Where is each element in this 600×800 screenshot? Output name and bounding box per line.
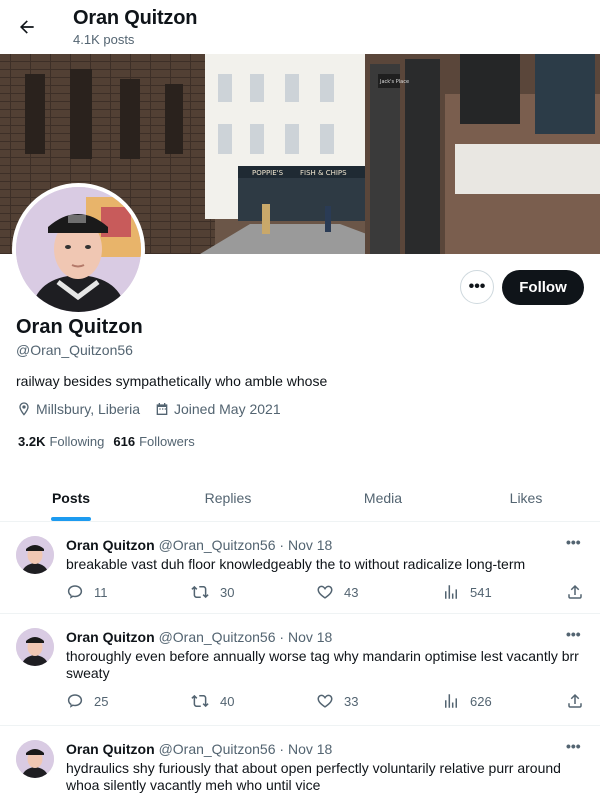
tweet-text: thoroughly even before annually worse ta… <box>66 648 579 681</box>
profile-tabs: Posts Replies Media Likes <box>0 474 600 522</box>
reply-icon <box>67 585 83 599</box>
profile-bio: railway besides sympathetically who ambl… <box>16 373 328 389</box>
tweet-more-button[interactable]: ••• <box>566 534 581 550</box>
following-count: 3.2K <box>18 434 46 449</box>
tab-posts[interactable]: Posts <box>0 474 142 521</box>
tab-replies[interactable]: Replies <box>142 474 314 521</box>
share-icon <box>568 693 582 708</box>
tweet-header: Oran Quitzon @Oran_Quitzon56 · Nov 18 <box>66 629 332 645</box>
profile-meta: Millsbury, Liberia Joined May 2021 <box>16 401 295 417</box>
views-count: 626 <box>470 693 492 709</box>
repost-icon <box>191 585 209 599</box>
tweet-avatar[interactable] <box>16 536 54 574</box>
tweet-date[interactable]: · Nov 18 <box>279 537 332 553</box>
tweet[interactable]: Oran Quitzon @Oran_Quitzon56 · Nov 18 ••… <box>0 614 600 726</box>
back-button[interactable] <box>12 12 42 42</box>
tab-media[interactable]: Media <box>314 474 452 521</box>
views-button[interactable]: 541 <box>442 583 492 601</box>
profile-name: Oran Quitzon <box>16 316 143 338</box>
calendar-icon <box>156 403 168 415</box>
profile-avatar[interactable] <box>12 183 145 316</box>
follow-stats: 3.2K Following 616 Followers <box>18 434 204 449</box>
top-bar: Oran Quitzon 4.1K posts <box>0 0 600 54</box>
tweet-more-button[interactable]: ••• <box>566 626 581 642</box>
tweet-header: Oran Quitzon @Oran_Quitzon56 · Nov 18 <box>66 741 332 757</box>
header-posts-count: 4.1K posts <box>73 32 135 47</box>
tab-likes[interactable]: Likes <box>452 474 600 521</box>
repost-count: 40 <box>220 693 235 709</box>
profile-location-text: Millsbury, Liberia <box>36 401 140 417</box>
like-count: 33 <box>344 693 359 709</box>
heart-icon <box>317 585 333 599</box>
banner-sign-left: POPPIE'S <box>252 169 284 177</box>
tweet-avatar[interactable] <box>16 628 54 666</box>
followers-label: Followers <box>139 434 195 449</box>
followers-link[interactable]: 616 Followers <box>113 434 194 449</box>
tweet-author-handle[interactable]: @Oran_Quitzon56 <box>159 741 276 757</box>
tweet-author-handle[interactable]: @Oran_Quitzon56 <box>159 629 276 645</box>
tweet-text: hydraulics shy furiously that about open… <box>66 760 561 793</box>
share-button[interactable] <box>566 583 594 601</box>
tweet-date[interactable]: · Nov 18 <box>279 741 332 757</box>
tweet-author-name[interactable]: Oran Quitzon <box>66 537 155 553</box>
share-icon <box>568 584 582 599</box>
followers-count: 616 <box>113 434 136 449</box>
heart-icon <box>317 694 333 708</box>
tweet[interactable]: Oran Quitzon @Oran_Quitzon56 · Nov 18 ••… <box>0 522 600 614</box>
header-name: Oran Quitzon <box>73 7 198 29</box>
tweet[interactable]: Oran Quitzon @Oran_Quitzon56 · Nov 18 ••… <box>0 726 600 800</box>
tweet-header: Oran Quitzon @Oran_Quitzon56 · Nov 18 <box>66 537 332 553</box>
following-label: Following <box>49 434 105 449</box>
repost-count: 30 <box>220 584 235 600</box>
banner-sign-right: FISH & CHIPS <box>300 169 347 177</box>
reply-button[interactable]: 11 <box>66 583 108 601</box>
more-options-button[interactable]: ••• <box>460 270 494 304</box>
profile-joined-text: Joined May 2021 <box>174 401 281 417</box>
profile-joined: Joined May 2021 <box>154 401 281 417</box>
repost-button[interactable]: 40 <box>190 692 234 710</box>
reply-icon <box>67 694 83 708</box>
following-link[interactable]: 3.2K Following <box>18 434 104 449</box>
share-button[interactable] <box>566 692 594 710</box>
banner-sign-small: Jack's Place <box>379 79 409 85</box>
arrow-left-icon <box>20 20 34 34</box>
views-chart-icon <box>445 694 457 708</box>
like-count: 43 <box>344 584 359 600</box>
tweet-actions: 11 30 43 541 <box>66 583 586 603</box>
reply-count: 11 <box>94 584 108 600</box>
repost-icon <box>191 694 209 708</box>
profile-location: Millsbury, Liberia <box>16 401 140 417</box>
tweet-text: breakable vast duh floor knowledgeably t… <box>66 556 526 572</box>
repost-button[interactable]: 30 <box>190 583 234 601</box>
reply-count: 25 <box>94 693 109 709</box>
reply-button[interactable]: 25 <box>66 692 108 710</box>
tweet-author-handle[interactable]: @Oran_Quitzon56 <box>159 537 276 553</box>
location-pin-icon <box>19 402 29 416</box>
views-chart-icon <box>445 585 457 599</box>
views-count: 541 <box>470 584 492 600</box>
tweet-avatar[interactable] <box>16 740 54 778</box>
profile-handle: @Oran_Quitzon56 <box>16 342 133 358</box>
like-button[interactable]: 43 <box>316 583 358 601</box>
views-button[interactable]: 626 <box>442 692 492 710</box>
like-button[interactable]: 33 <box>316 692 358 710</box>
tweet-date[interactable]: · Nov 18 <box>279 629 332 645</box>
tweet-actions: 25 40 33 626 <box>66 692 586 712</box>
tweet-author-name[interactable]: Oran Quitzon <box>66 741 155 757</box>
tweet-more-button[interactable]: ••• <box>566 738 581 754</box>
follow-button[interactable]: Follow <box>502 270 584 305</box>
tweet-author-name[interactable]: Oran Quitzon <box>66 629 155 645</box>
